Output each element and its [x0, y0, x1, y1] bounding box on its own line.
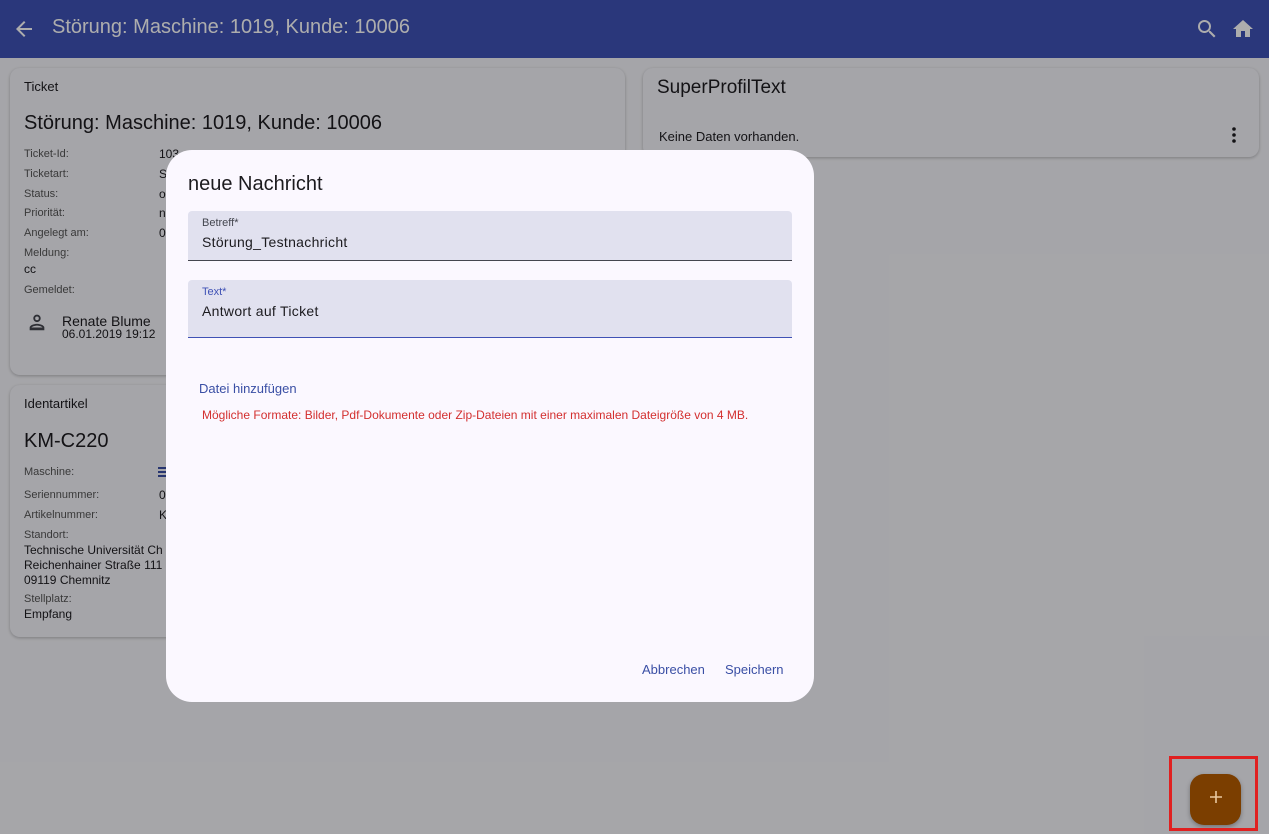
text-label: Text*: [202, 286, 227, 298]
file-format-hint: Mögliche Formate: Bilder, Pdf-Dokumente …: [202, 408, 749, 422]
subject-input[interactable]: [202, 234, 772, 250]
highlight-box: [1169, 756, 1258, 831]
cancel-button[interactable]: Abbrechen: [642, 662, 705, 677]
add-file-link[interactable]: Datei hinzufügen: [199, 381, 297, 396]
text-input[interactable]: [202, 303, 772, 319]
subject-label: Betreff*: [202, 217, 239, 229]
subject-field[interactable]: Betreff*: [188, 211, 792, 261]
new-message-dialog: neue Nachricht Betreff* Text* Datei hinz…: [166, 150, 814, 702]
save-button[interactable]: Speichern: [725, 662, 784, 677]
text-field[interactable]: Text*: [188, 280, 792, 338]
dialog-title: neue Nachricht: [188, 173, 323, 195]
